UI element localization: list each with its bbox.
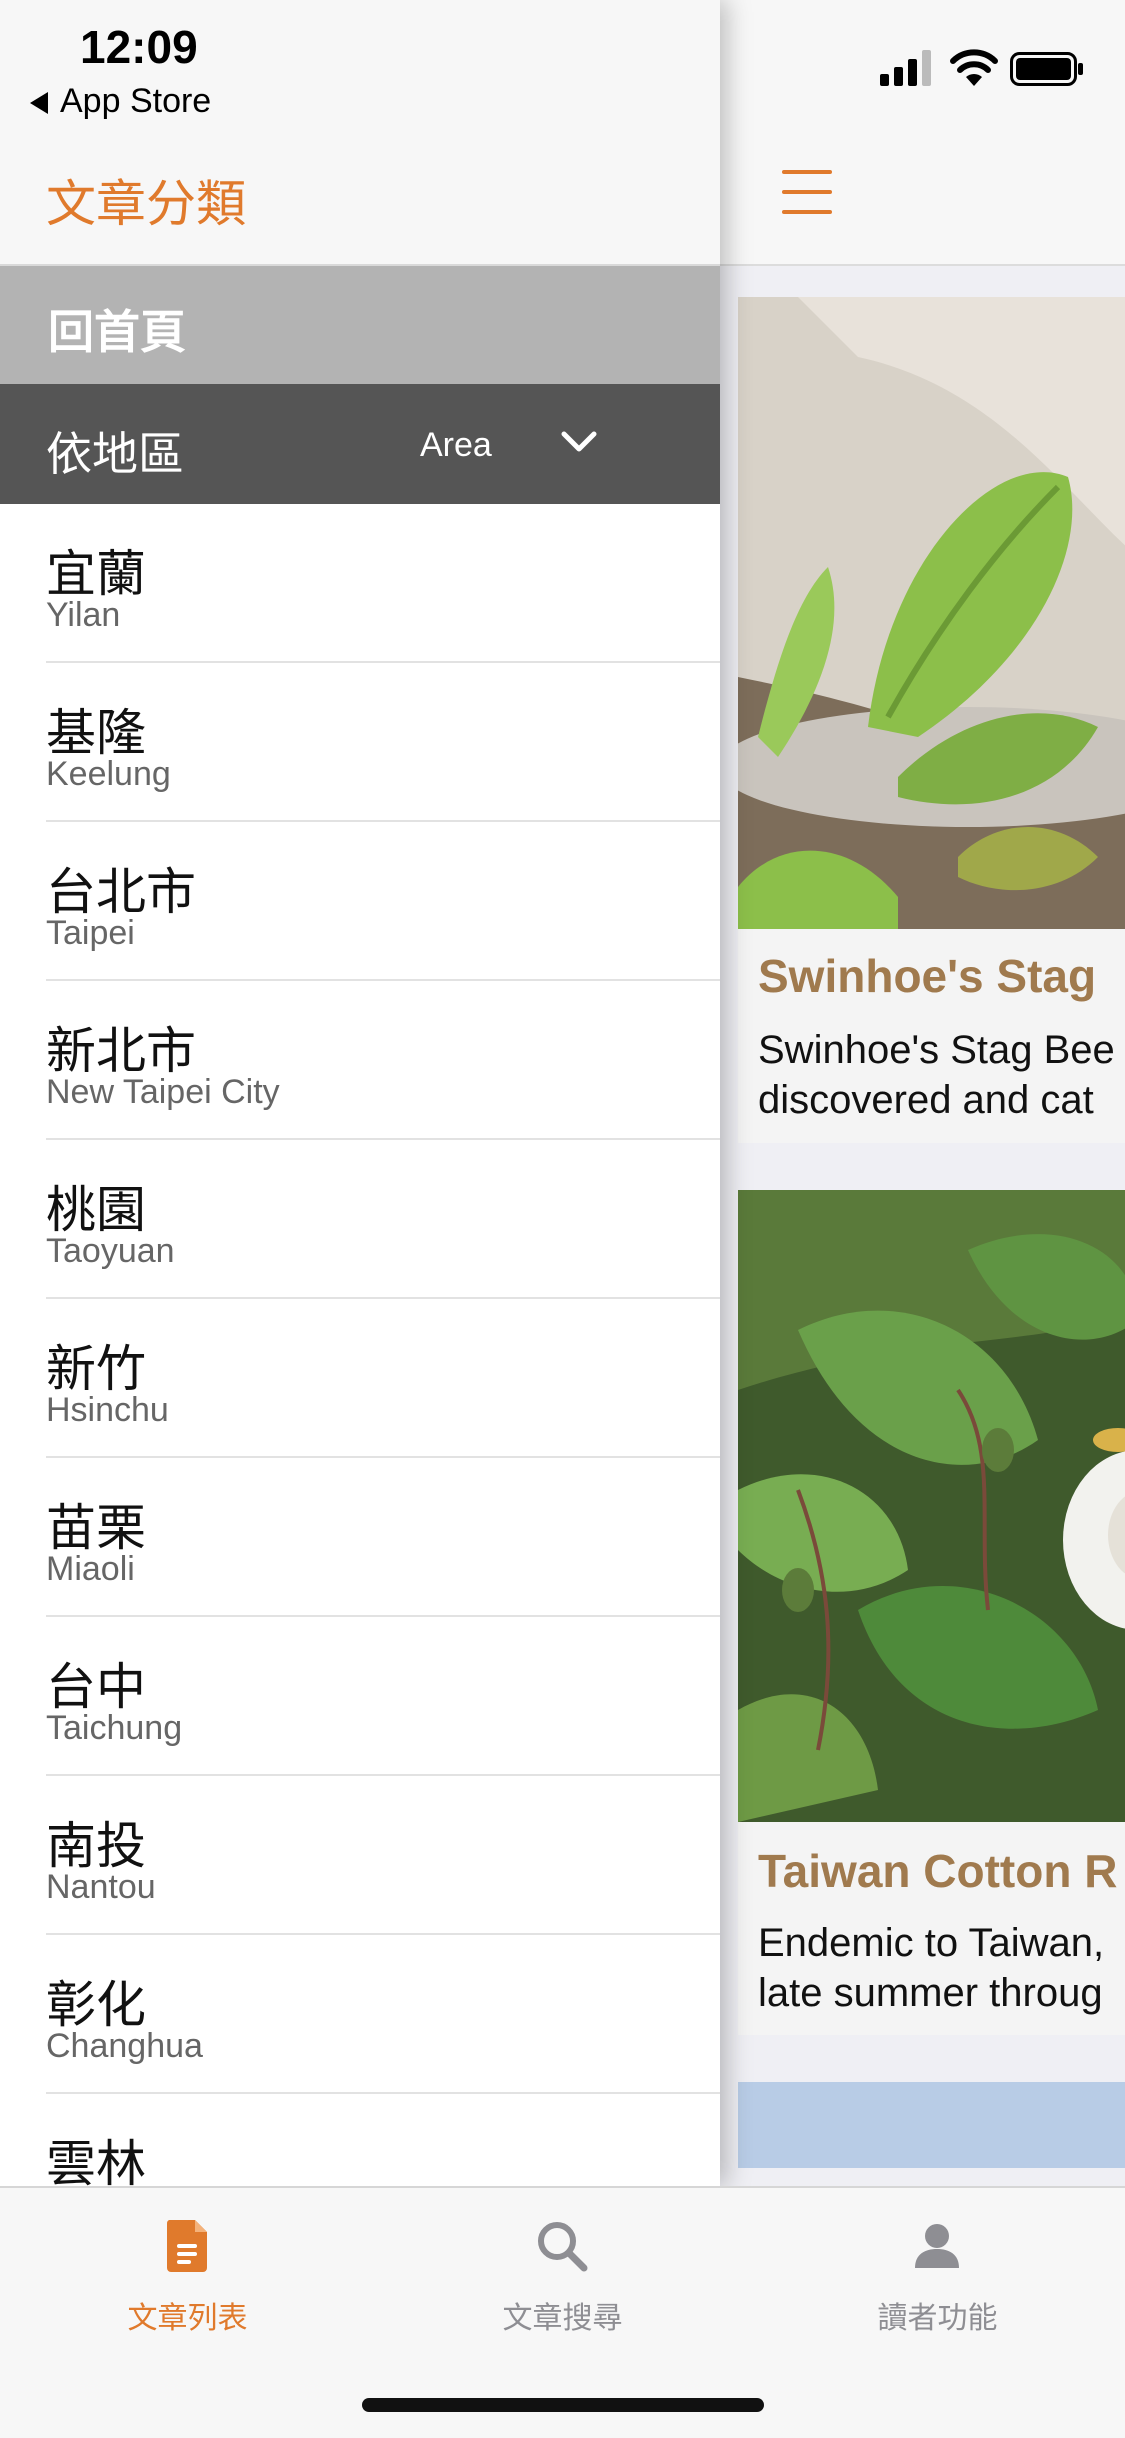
category-drawer: 12:09 App Store 文章分類 回首頁 依地區 Area 宜蘭 Yil… xyxy=(0,0,720,2186)
region-name-en: Keelung xyxy=(46,755,171,793)
region-item[interactable]: 宜蘭 Yilan xyxy=(0,504,720,663)
region-item[interactable]: 苗栗 Miaoli xyxy=(0,1458,720,1617)
area-label-en: Area xyxy=(420,426,492,464)
signal-icon xyxy=(880,50,931,86)
region-name-en: Taoyuan xyxy=(46,1232,175,1270)
article-excerpt-line: late summer throug xyxy=(758,1971,1103,2015)
area-label-zh: 依地區 xyxy=(46,428,184,480)
region-item[interactable]: 台北市 Taipei xyxy=(0,822,720,981)
region-item[interactable]: 新竹 Hsinchu xyxy=(0,1299,720,1458)
region-item[interactable]: 台中 Taichung xyxy=(0,1617,720,1776)
tab-label: 文章列表 xyxy=(127,2302,248,2335)
region-item[interactable]: 基隆 Keelung xyxy=(0,663,720,822)
drawer-title: 文章分類 xyxy=(46,176,246,232)
article-excerpt-line: discovered and cat xyxy=(758,1078,1094,1122)
article-title: Swinhoe's Stag xyxy=(758,950,1097,1002)
region-item[interactable]: 新北市 New Taipei City xyxy=(0,981,720,1140)
back-label: App Store xyxy=(60,82,212,120)
region-name-en: Yilan xyxy=(46,596,121,634)
area-section-toggle[interactable]: 依地區 Area xyxy=(0,384,720,504)
region-name-en: Nantou xyxy=(46,1868,156,1906)
region-name-en: New Taipei City xyxy=(46,1073,280,1111)
article-image xyxy=(738,297,1125,929)
document-icon xyxy=(166,2220,207,2272)
article-title: Taiwan Cotton R xyxy=(758,1845,1118,1897)
region-name-en: Miaoli xyxy=(46,1550,135,1588)
region-item[interactable]: 桃園 Taoyuan xyxy=(0,1140,720,1299)
region-name-en: Hsinchu xyxy=(46,1391,169,1429)
person-icon xyxy=(915,2224,959,2268)
article-card[interactable]: Taiwan Cotton R Endemic to Taiwan, late … xyxy=(738,1190,1125,2035)
article-excerpt-line: Swinhoe's Stag Bee xyxy=(758,1028,1115,1072)
tab-reader-features[interactable]: 讀者功能 xyxy=(750,2188,1125,2368)
region-name-en: Taichung xyxy=(46,1709,183,1747)
menu-icon[interactable] xyxy=(782,170,832,214)
tab-article-list[interactable]: 文章列表 xyxy=(0,2188,375,2368)
tab-label: 文章搜尋 xyxy=(502,2302,623,2335)
search-icon xyxy=(538,2222,588,2272)
region-name-en: Changhua xyxy=(46,2027,203,2065)
region-item[interactable]: 南投 Nantou xyxy=(0,1776,720,1935)
region-name-en: Taipei xyxy=(46,914,135,952)
article-excerpt-line: Endemic to Taiwan, xyxy=(758,1921,1105,1965)
main-header xyxy=(720,0,1125,266)
region-item[interactable]: 彰化 Changhua xyxy=(0,1935,720,2094)
chevron-down-icon xyxy=(561,431,597,452)
status-time: 12:09 xyxy=(80,21,198,73)
region-item[interactable]: 雲林 xyxy=(0,2094,720,2186)
home-label: 回首頁 xyxy=(48,306,186,358)
article-card[interactable]: Swinhoe's Stag Swinhoe's Stag Bee discov… xyxy=(738,297,1125,1143)
back-to-app-store[interactable]: App Store xyxy=(30,82,211,121)
region-name-zh: 雲林 xyxy=(46,2136,146,2186)
home-indicator xyxy=(362,2398,764,2412)
article-card-placeholder[interactable] xyxy=(738,2082,1125,2168)
tab-label: 讀者功能 xyxy=(877,2302,998,2335)
tab-article-search[interactable]: 文章搜尋 xyxy=(375,2188,750,2368)
drawer-header: 12:09 App Store 文章分類 xyxy=(0,0,720,266)
region-list: 宜蘭 Yilan 基隆 Keelung 台北市 Taipei 新北市 New T… xyxy=(0,504,720,2186)
battery-icon xyxy=(1010,52,1083,86)
home-menu-item[interactable]: 回首頁 xyxy=(0,266,720,384)
article-image xyxy=(738,1190,1125,1822)
back-triangle-icon xyxy=(30,92,48,114)
wifi-icon xyxy=(950,49,998,86)
